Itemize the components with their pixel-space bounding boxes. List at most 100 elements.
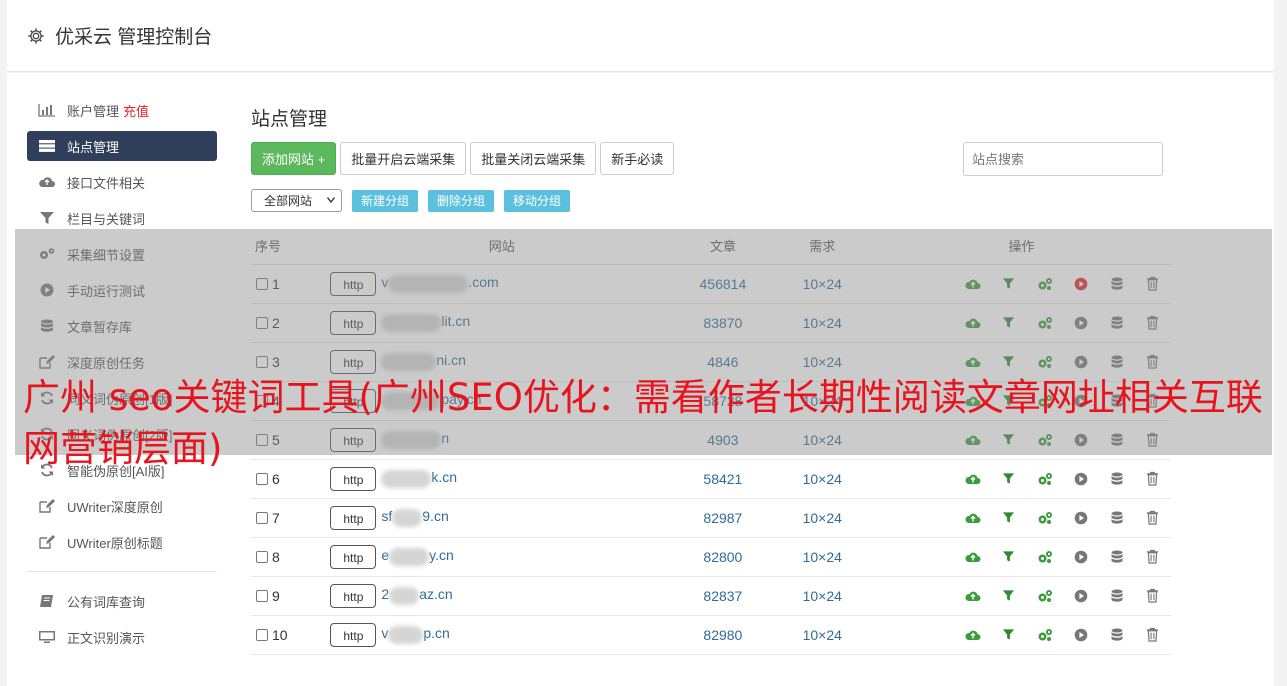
site-cell: http v p.cn bbox=[330, 615, 674, 655]
site-domain[interactable]: sf 9.cn bbox=[381, 508, 449, 527]
sidebar-item-label: 正文识别演示 bbox=[67, 630, 146, 646]
book-icon bbox=[38, 594, 56, 608]
play-circle-icon[interactable] bbox=[1063, 626, 1099, 644]
article-count[interactable]: 82980 bbox=[673, 615, 773, 655]
cloud-upload-icon[interactable] bbox=[955, 548, 991, 566]
batch-close-cloud-button[interactable]: 批量关闭云端采集 bbox=[470, 142, 597, 175]
site-search-input[interactable] bbox=[963, 142, 1163, 176]
row-number: 7 bbox=[272, 509, 280, 526]
cloud-upload-icon[interactable] bbox=[955, 626, 991, 644]
gears-icon[interactable] bbox=[1027, 509, 1063, 527]
database-icon[interactable] bbox=[1099, 509, 1135, 527]
row-checkbox[interactable] bbox=[256, 472, 268, 485]
app-title: 优采云 管理控制台 bbox=[55, 27, 213, 48]
site-domain[interactable]: 2 az.cn bbox=[381, 586, 453, 605]
page-title: 站点管理 bbox=[251, 109, 328, 130]
table-row: 9 http 2 az.cn 82837 10×24 bbox=[251, 576, 1171, 616]
table-row: 10 http v p.cn 82980 10×24 bbox=[251, 615, 1171, 655]
top-bar: 优采云 管理控制台 bbox=[7, 0, 1274, 72]
database-icon[interactable] bbox=[1099, 587, 1135, 605]
protocol-tag: http bbox=[330, 505, 377, 530]
gears-icon[interactable] bbox=[1027, 587, 1063, 605]
sidebar-item-label: UWriter原创标题 bbox=[67, 535, 163, 551]
sidebar-item[interactable]: UWriter深度原创 bbox=[27, 491, 217, 521]
demand-value[interactable]: 10×24 bbox=[772, 498, 872, 538]
sidebar-item[interactable]: UWriter原创标题 bbox=[27, 527, 217, 557]
play-circle-icon[interactable] bbox=[1063, 509, 1099, 527]
new-group-button[interactable]: 新建分组 bbox=[352, 189, 419, 212]
trash-icon[interactable] bbox=[1135, 626, 1171, 644]
site-cell: http sf 9.cn bbox=[330, 498, 674, 538]
gear-icon bbox=[28, 27, 44, 44]
sidebar-item[interactable]: 公有词库查询 bbox=[27, 586, 217, 616]
delete-group-button[interactable]: 删除分组 bbox=[428, 189, 495, 212]
sidebar-item[interactable]: 账户管理 充值 bbox=[27, 95, 217, 125]
row-number-cell: 9 bbox=[251, 576, 331, 616]
protocol-tag: http bbox=[330, 583, 377, 608]
domain-prefix: sf bbox=[381, 508, 393, 525]
overlay-headline: 广州 seo关键词工具(广州SEO优化：需看作者长期性阅读文章网址相关互联网营销… bbox=[23, 376, 1263, 470]
filter-icon[interactable] bbox=[991, 509, 1027, 527]
edit-icon bbox=[38, 499, 56, 513]
monitor-icon bbox=[38, 630, 56, 644]
redacted-blur bbox=[392, 508, 423, 527]
sidebar-item-label: 公有词库查询 bbox=[67, 594, 146, 610]
row-number-cell: 7 bbox=[251, 498, 331, 538]
move-group-button[interactable]: 移动分组 bbox=[504, 189, 571, 212]
play-circle-icon[interactable] bbox=[1063, 587, 1099, 605]
add-site-button[interactable]: 添加网站 + bbox=[251, 142, 337, 175]
sidebar-item[interactable]: 正文识别演示 bbox=[27, 622, 217, 652]
recharge-link[interactable]: 充值 bbox=[123, 101, 149, 120]
trash-icon[interactable] bbox=[1135, 509, 1171, 527]
sidebar-item[interactable]: 接口文件相关 bbox=[27, 167, 217, 197]
row-checkbox[interactable] bbox=[256, 511, 268, 524]
filter-icon[interactable] bbox=[991, 587, 1027, 605]
row-checkbox[interactable] bbox=[256, 589, 268, 602]
edit-icon bbox=[38, 535, 56, 549]
row-number: 9 bbox=[272, 587, 280, 604]
row-checkbox[interactable] bbox=[256, 628, 268, 641]
row-checkbox[interactable] bbox=[256, 550, 268, 563]
bar-chart-icon bbox=[38, 103, 56, 117]
site-domain[interactable]: v p.cn bbox=[381, 625, 450, 644]
demand-value[interactable]: 10×24 bbox=[772, 615, 872, 655]
domain-prefix: 2 bbox=[381, 586, 390, 603]
row-number: 8 bbox=[272, 548, 280, 565]
ops-cell bbox=[871, 498, 1171, 538]
database-icon[interactable] bbox=[1099, 626, 1135, 644]
sidebar-item-label: 栏目与关键词 bbox=[67, 211, 146, 227]
cloud-upload-icon[interactable] bbox=[955, 587, 991, 605]
domain-suffix: p.cn bbox=[423, 625, 450, 642]
database-icon[interactable] bbox=[1099, 548, 1135, 566]
article-count[interactable]: 82837 bbox=[673, 576, 773, 616]
gears-icon[interactable] bbox=[1027, 626, 1063, 644]
gears-icon[interactable] bbox=[1027, 548, 1063, 566]
ops-cell bbox=[871, 615, 1171, 655]
site-cell: http e y.cn bbox=[330, 537, 674, 577]
protocol-tag: http bbox=[330, 622, 377, 647]
sidebar-divider bbox=[27, 571, 217, 572]
sidebar-item[interactable]: 站点管理 bbox=[27, 131, 217, 161]
sidebar-item-label: UWriter深度原创 bbox=[67, 499, 163, 515]
article-count[interactable]: 82987 bbox=[673, 498, 773, 538]
beginner-guide-button[interactable]: 新手必读 bbox=[600, 142, 675, 175]
site-domain[interactable]: e y.cn bbox=[381, 547, 454, 566]
demand-value[interactable]: 10×24 bbox=[772, 537, 872, 577]
trash-icon[interactable] bbox=[1135, 548, 1171, 566]
filter-icon[interactable] bbox=[991, 548, 1027, 566]
demand-value[interactable]: 10×24 bbox=[772, 576, 872, 616]
table-row: 8 http e y.cn 82800 10×24 bbox=[251, 537, 1171, 577]
cloud-upload-icon[interactable] bbox=[955, 509, 991, 527]
filter-icon[interactable] bbox=[991, 626, 1027, 644]
group-select[interactable]: 全部网站 bbox=[251, 189, 342, 212]
article-count[interactable]: 82800 bbox=[673, 537, 773, 577]
sidebar-item-label: 账户管理 bbox=[67, 103, 120, 119]
row-number-cell: 10 bbox=[251, 615, 331, 655]
server-icon bbox=[38, 139, 56, 153]
domain-suffix: y.cn bbox=[429, 547, 454, 564]
batch-open-cloud-button[interactable]: 批量开启云端采集 bbox=[340, 142, 467, 175]
redacted-blur bbox=[388, 625, 424, 644]
table-row: 7 http sf 9.cn 82987 10×24 bbox=[251, 498, 1171, 538]
trash-icon[interactable] bbox=[1135, 587, 1171, 605]
play-circle-icon[interactable] bbox=[1063, 548, 1099, 566]
